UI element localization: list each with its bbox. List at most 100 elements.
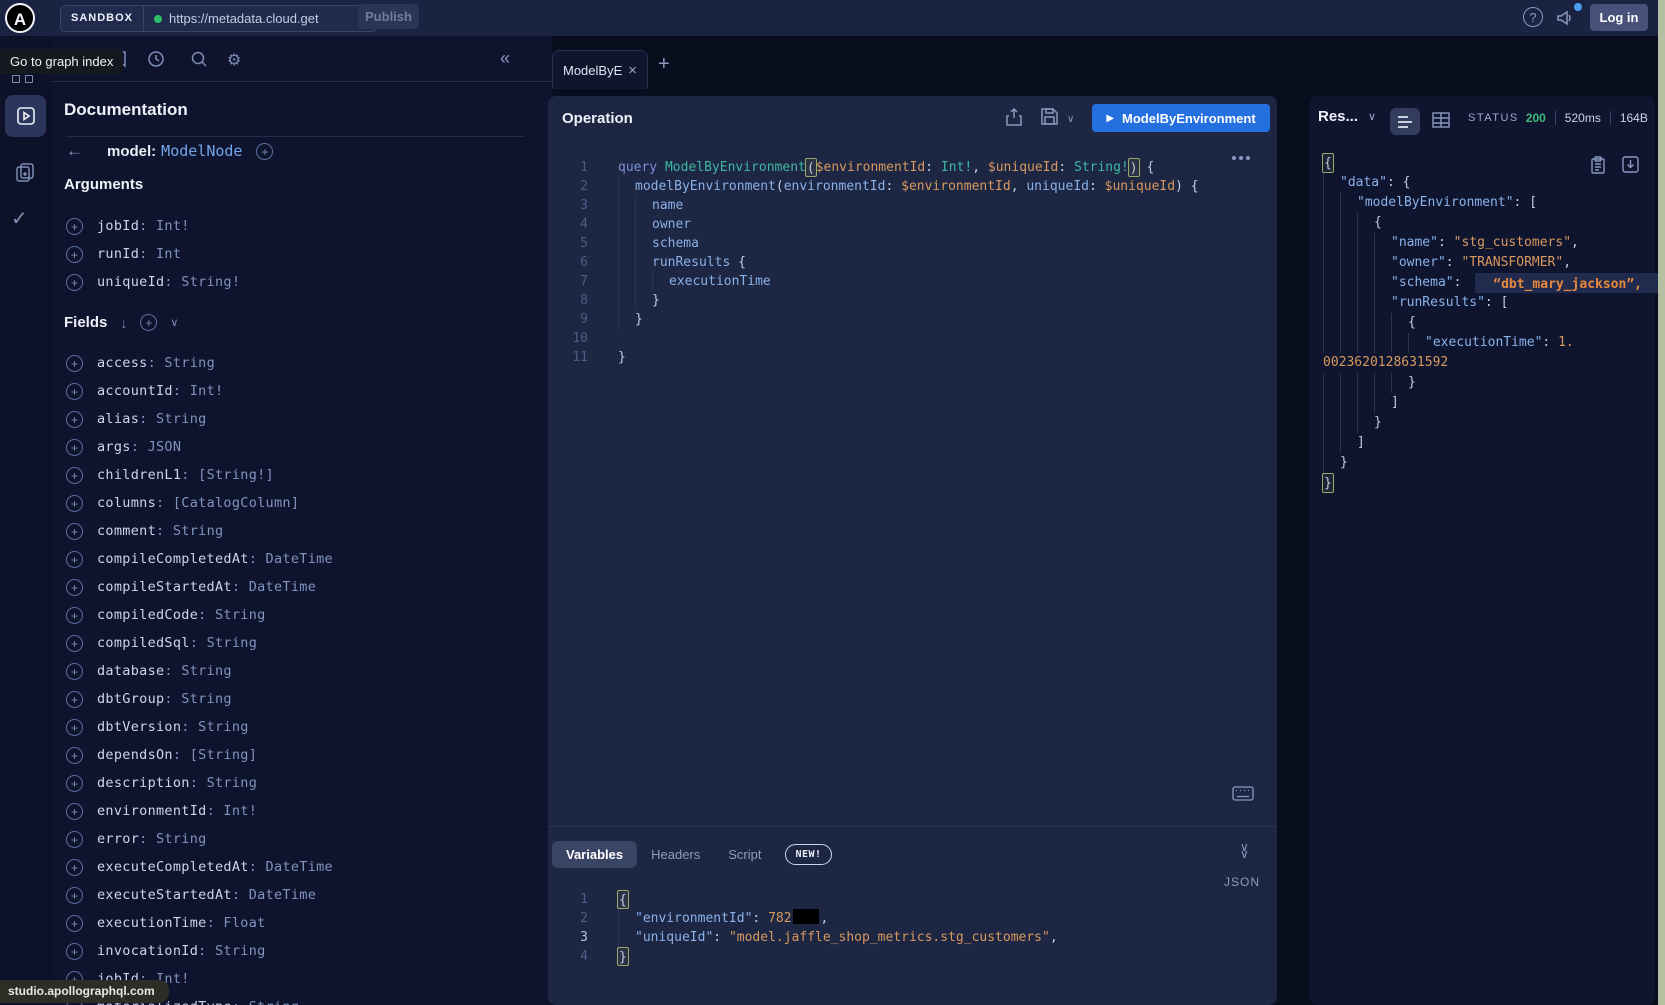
graph-index-icon[interactable] [12, 75, 33, 83]
add-field-icon[interactable]: + [66, 915, 83, 932]
settings-gear-icon[interactable]: ⚙ [227, 50, 241, 70]
close-tab-icon[interactable]: × [628, 62, 637, 79]
field-row[interactable]: +childrenL1: [String!] [66, 461, 536, 489]
field-row[interactable]: +dbtVersion: String [66, 713, 536, 741]
add-field-icon[interactable]: + [66, 523, 83, 540]
code-line: "executionTime": 1. [1323, 333, 1665, 353]
publish-button[interactable]: Publish [358, 4, 419, 29]
field-row[interactable]: +error: String [66, 825, 536, 853]
field-row[interactable]: +dependsOn: [String] [66, 741, 536, 769]
model-breadcrumb: ← model: ModelNode + [66, 134, 273, 168]
endpoint-url[interactable]: https://metadata.cloud.get [169, 11, 353, 26]
schema-docs-icon[interactable] [13, 160, 37, 184]
field-name: columns [97, 495, 156, 511]
field-row[interactable]: +accountId: Int! [66, 377, 536, 405]
field-row[interactable]: +executionTime: Float [66, 909, 536, 937]
add-field-icon[interactable]: + [66, 355, 83, 372]
field-row[interactable]: +compiledSql: String [66, 629, 536, 657]
field-row[interactable]: +columns: [CatalogColumn] [66, 489, 536, 517]
view-raw-toggle[interactable] [1390, 108, 1420, 135]
field-row[interactable]: +executeStartedAt: DateTime [66, 881, 536, 909]
tab-variables[interactable]: Variables [552, 841, 637, 868]
keyboard-shortcuts-icon[interactable] [1232, 786, 1254, 801]
tab-headers[interactable]: Headers [637, 841, 714, 868]
field-row[interactable]: +description: String [66, 769, 536, 797]
add-field-icon[interactable]: + [66, 495, 83, 512]
add-field-icon[interactable]: + [66, 831, 83, 848]
field-row[interactable]: +runId: Int [66, 240, 536, 268]
add-field-icon[interactable]: + [66, 887, 83, 904]
field-row[interactable]: +args: JSON [66, 433, 536, 461]
save-options-chevron-icon[interactable]: ∨ [1067, 114, 1074, 125]
new-tab-icon[interactable]: + [658, 53, 670, 76]
response-dropdown-chevron-icon[interactable]: ∨ [1368, 110, 1376, 123]
history-icon[interactable] [147, 50, 165, 68]
add-field-icon[interactable]: + [66, 467, 83, 484]
add-field-icon[interactable]: + [66, 218, 83, 235]
add-field-icon[interactable]: + [66, 943, 83, 960]
add-field-icon[interactable]: + [66, 691, 83, 708]
apollo-logo[interactable]: A [5, 3, 35, 33]
tab-script[interactable]: Script [714, 841, 775, 868]
field-row[interactable]: +comment: String [66, 517, 536, 545]
back-icon[interactable]: ← [66, 141, 83, 161]
add-field-icon[interactable]: + [66, 663, 83, 680]
add-field-icon[interactable]: + [66, 246, 83, 263]
share-icon[interactable] [1006, 108, 1022, 126]
add-field-icon[interactable]: + [66, 579, 83, 596]
add-model-icon[interactable]: + [256, 143, 273, 160]
field-row[interactable]: +jobId: Int! [66, 212, 536, 240]
add-field-icon[interactable]: + [66, 859, 83, 876]
add-field-icon[interactable]: + [66, 383, 83, 400]
explorer-icon[interactable] [5, 95, 46, 137]
sort-fields-icon[interactable]: ↓ [120, 315, 127, 331]
model-type-link[interactable]: ModelNode [161, 142, 242, 160]
add-field-icon[interactable]: + [66, 803, 83, 820]
code-token: $environmentId [901, 177, 1011, 196]
code-line: 7executionTime [548, 272, 1277, 291]
add-field-icon[interactable]: + [66, 635, 83, 652]
operation-editor[interactable]: 1query ModelByEnvironment($environmentId… [548, 158, 1277, 367]
collapse-panel-icon[interactable]: ∨∨ [1240, 844, 1249, 858]
chevron-down-icon[interactable]: ∨ [170, 316, 178, 329]
field-row[interactable]: +alias: String [66, 405, 536, 433]
endpoint-url-box[interactable]: https://metadata.cloud.get ⚙ [144, 6, 376, 31]
line-number: 7 [548, 272, 588, 291]
response-json[interactable]: {"data": {"modelByEnvironment": [{"name"… [1310, 153, 1665, 493]
code-token: "schema" [1391, 273, 1454, 293]
add-field-icon[interactable]: + [66, 775, 83, 792]
field-name: uniqueId [97, 274, 164, 290]
run-operation-button[interactable]: ▶ ModelByEnvironment [1092, 104, 1270, 132]
field-row[interactable]: +compileCompletedAt: DateTime [66, 545, 536, 573]
login-button[interactable]: Log in [1590, 4, 1648, 31]
line-number: 11 [548, 348, 588, 367]
help-icon[interactable]: ? [1523, 7, 1543, 27]
field-row[interactable]: +uniqueId: String! [66, 268, 536, 296]
add-all-fields-icon[interactable]: + [140, 314, 157, 331]
add-field-icon[interactable]: + [66, 551, 83, 568]
field-row[interactable]: +access: String [66, 349, 536, 377]
add-field-icon[interactable]: + [66, 439, 83, 456]
add-field-icon[interactable]: + [66, 607, 83, 624]
field-row[interactable]: +invocationId: String [66, 937, 536, 965]
view-table-toggle[interactable] [1432, 112, 1450, 128]
search-icon[interactable] [190, 50, 208, 68]
field-row[interactable]: +compiledCode: String [66, 601, 536, 629]
add-field-icon[interactable]: + [66, 747, 83, 764]
add-field-icon[interactable]: + [66, 274, 83, 291]
checklist-icon[interactable]: ✓ [11, 206, 28, 231]
field-name: runId [97, 246, 139, 262]
response-title[interactable]: Res... [1318, 108, 1358, 125]
field-row[interactable]: +executeCompletedAt: DateTime [66, 853, 536, 881]
add-field-icon[interactable]: + [66, 411, 83, 428]
save-icon[interactable] [1041, 108, 1058, 125]
field-row[interactable]: +environmentId: Int! [66, 797, 536, 825]
variables-editor[interactable]: 1{2"environmentId": 782,3"uniqueId": "mo… [548, 890, 1277, 966]
field-row[interactable]: +dbtGroup: String [66, 685, 536, 713]
announcements-icon[interactable] [1555, 8, 1575, 28]
collapse-sidebar-icon[interactable]: « [500, 48, 510, 69]
field-row[interactable]: +compileStartedAt: DateTime [66, 573, 536, 601]
field-row[interactable]: +database: String [66, 657, 536, 685]
add-field-icon[interactable]: + [66, 719, 83, 736]
tab-modelbyenvironment[interactable]: ModelByEnvi... × [552, 50, 648, 89]
